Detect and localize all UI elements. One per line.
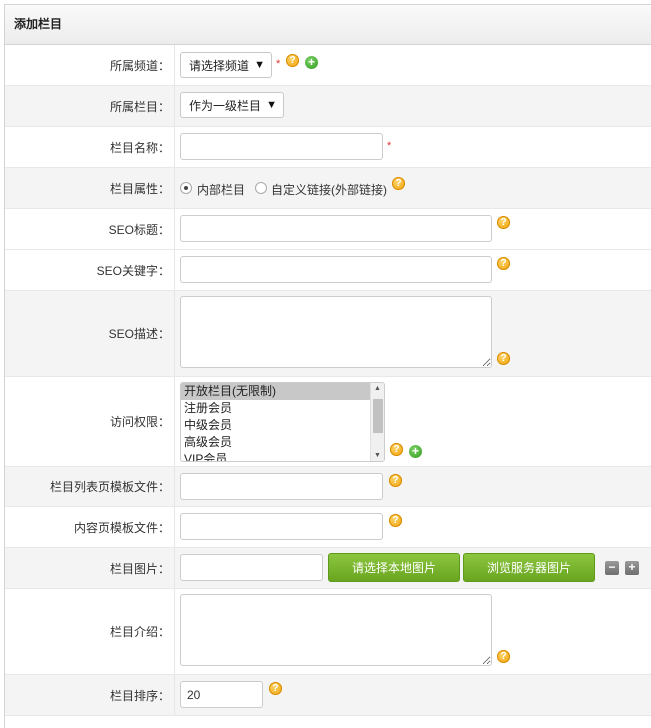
row-sort: 栏目排序： ? — [5, 675, 651, 716]
scroll-down-icon[interactable]: ▼ — [374, 452, 381, 459]
plus-circle-icon[interactable]: + — [305, 56, 318, 69]
scrollbar-thumb[interactable] — [373, 399, 383, 433]
radio-internal[interactable] — [180, 182, 192, 194]
question-mark-icon[interactable]: ? — [390, 443, 403, 456]
category-name-input[interactable] — [180, 133, 383, 160]
row-attribute: 栏目属性： 内部栏目 自定义链接(外部链接) ? — [5, 168, 651, 209]
chevron-down-icon: ▼ — [254, 59, 265, 71]
radio-custom-link[interactable] — [255, 182, 267, 194]
radio-custom-link-label[interactable]: 自定义链接(外部链接) — [271, 181, 387, 198]
row-intro: 栏目介绍： ? — [5, 589, 651, 675]
seo-keywords-input[interactable] — [180, 256, 492, 283]
image-path-input[interactable] — [180, 554, 323, 581]
row-list-template: 栏目列表页模板文件： ? — [5, 467, 651, 507]
access-option[interactable]: 中级会员 — [181, 417, 384, 434]
row-seo-title: SEO标题： ? — [5, 209, 651, 250]
content-template-label: 内容页模板文件： — [5, 507, 175, 547]
seo-title-label: SEO标题： — [5, 209, 175, 249]
row-seo-desc: SEO描述： ? — [5, 291, 651, 377]
list-template-label: 栏目列表页模板文件： — [5, 467, 175, 506]
access-label: 访问权限： — [5, 377, 175, 466]
parent-select-value: 作为一级栏目 — [189, 98, 262, 113]
attribute-label: 栏目属性： — [5, 168, 175, 208]
minus-square-icon[interactable]: − — [605, 561, 619, 575]
question-mark-icon[interactable]: ? — [497, 257, 510, 270]
access-option[interactable]: 注册会员 — [181, 400, 384, 417]
listbox-scrollbar[interactable]: ▲ ▼ — [370, 383, 384, 461]
content-template-input[interactable] — [180, 513, 383, 540]
question-mark-icon[interactable]: ? — [497, 650, 510, 663]
add-category-panel: 添加栏目 所属频道： 请选择频道 ▼ * ? + 所属栏目： 作为一级栏目 ▼ … — [4, 4, 651, 728]
channel-select[interactable]: 请选择频道 ▼ — [180, 52, 272, 78]
required-mark: * — [276, 58, 281, 70]
radio-internal-label[interactable]: 内部栏目 — [197, 181, 245, 198]
chevron-down-icon: ▼ — [266, 99, 277, 111]
name-label: 栏目名称： — [5, 127, 175, 167]
row-parent: 所属栏目： 作为一级栏目 ▼ — [5, 86, 651, 127]
list-template-input[interactable] — [180, 473, 383, 500]
sort-label: 栏目排序： — [5, 675, 175, 715]
browse-server-image-button[interactable]: 浏览服务器图片 — [463, 553, 595, 582]
seo-title-input[interactable] — [180, 215, 492, 242]
question-mark-icon[interactable]: ? — [389, 474, 402, 487]
row-image: 栏目图片： 请选择本地图片 浏览服务器图片 − + — [5, 548, 651, 589]
required-mark: * — [387, 140, 392, 152]
parent-label: 所属栏目： — [5, 86, 175, 126]
scroll-up-icon[interactable]: ▲ — [374, 385, 381, 392]
question-mark-icon[interactable]: ? — [392, 177, 405, 190]
intro-label: 栏目介绍： — [5, 589, 175, 674]
seo-desc-textarea[interactable] — [180, 296, 492, 368]
plus-circle-icon[interactable]: + — [409, 445, 422, 458]
row-access: 访问权限： 开放栏目(无限制) 注册会员 中级会员 高级会员 VIP会员 ▲ ▼… — [5, 377, 651, 467]
plus-square-icon[interactable]: + — [625, 561, 639, 575]
row-channel: 所属频道： 请选择频道 ▼ * ? + — [5, 45, 651, 86]
row-seo-keywords: SEO关键字： ? — [5, 250, 651, 291]
question-mark-icon[interactable]: ? — [269, 682, 282, 695]
image-label: 栏目图片： — [5, 548, 175, 588]
access-option[interactable]: 高级会员 — [181, 434, 384, 451]
access-option[interactable]: VIP会员 — [181, 451, 384, 461]
sort-order-input[interactable] — [180, 681, 263, 708]
row-content-template: 内容页模板文件： ? — [5, 507, 651, 548]
channel-label: 所属频道： — [5, 45, 175, 85]
seo-desc-label: SEO描述： — [5, 291, 175, 376]
question-mark-icon[interactable]: ? — [497, 352, 510, 365]
parent-select[interactable]: 作为一级栏目 ▼ — [180, 92, 284, 118]
question-mark-icon[interactable]: ? — [286, 54, 299, 67]
access-listbox[interactable]: 开放栏目(无限制) 注册会员 中级会员 高级会员 VIP会员 ▲ ▼ — [180, 382, 385, 462]
channel-select-value: 请选择频道 — [189, 58, 250, 73]
question-mark-icon[interactable]: ? — [497, 216, 510, 229]
select-local-image-button[interactable]: 请选择本地图片 — [328, 553, 460, 582]
row-name: 栏目名称： * — [5, 127, 651, 168]
intro-textarea[interactable] — [180, 594, 492, 666]
question-mark-icon[interactable]: ? — [389, 514, 402, 527]
access-option[interactable]: 开放栏目(无限制) — [181, 383, 384, 400]
seo-keywords-label: SEO关键字： — [5, 250, 175, 290]
panel-title: 添加栏目 — [5, 5, 651, 45]
